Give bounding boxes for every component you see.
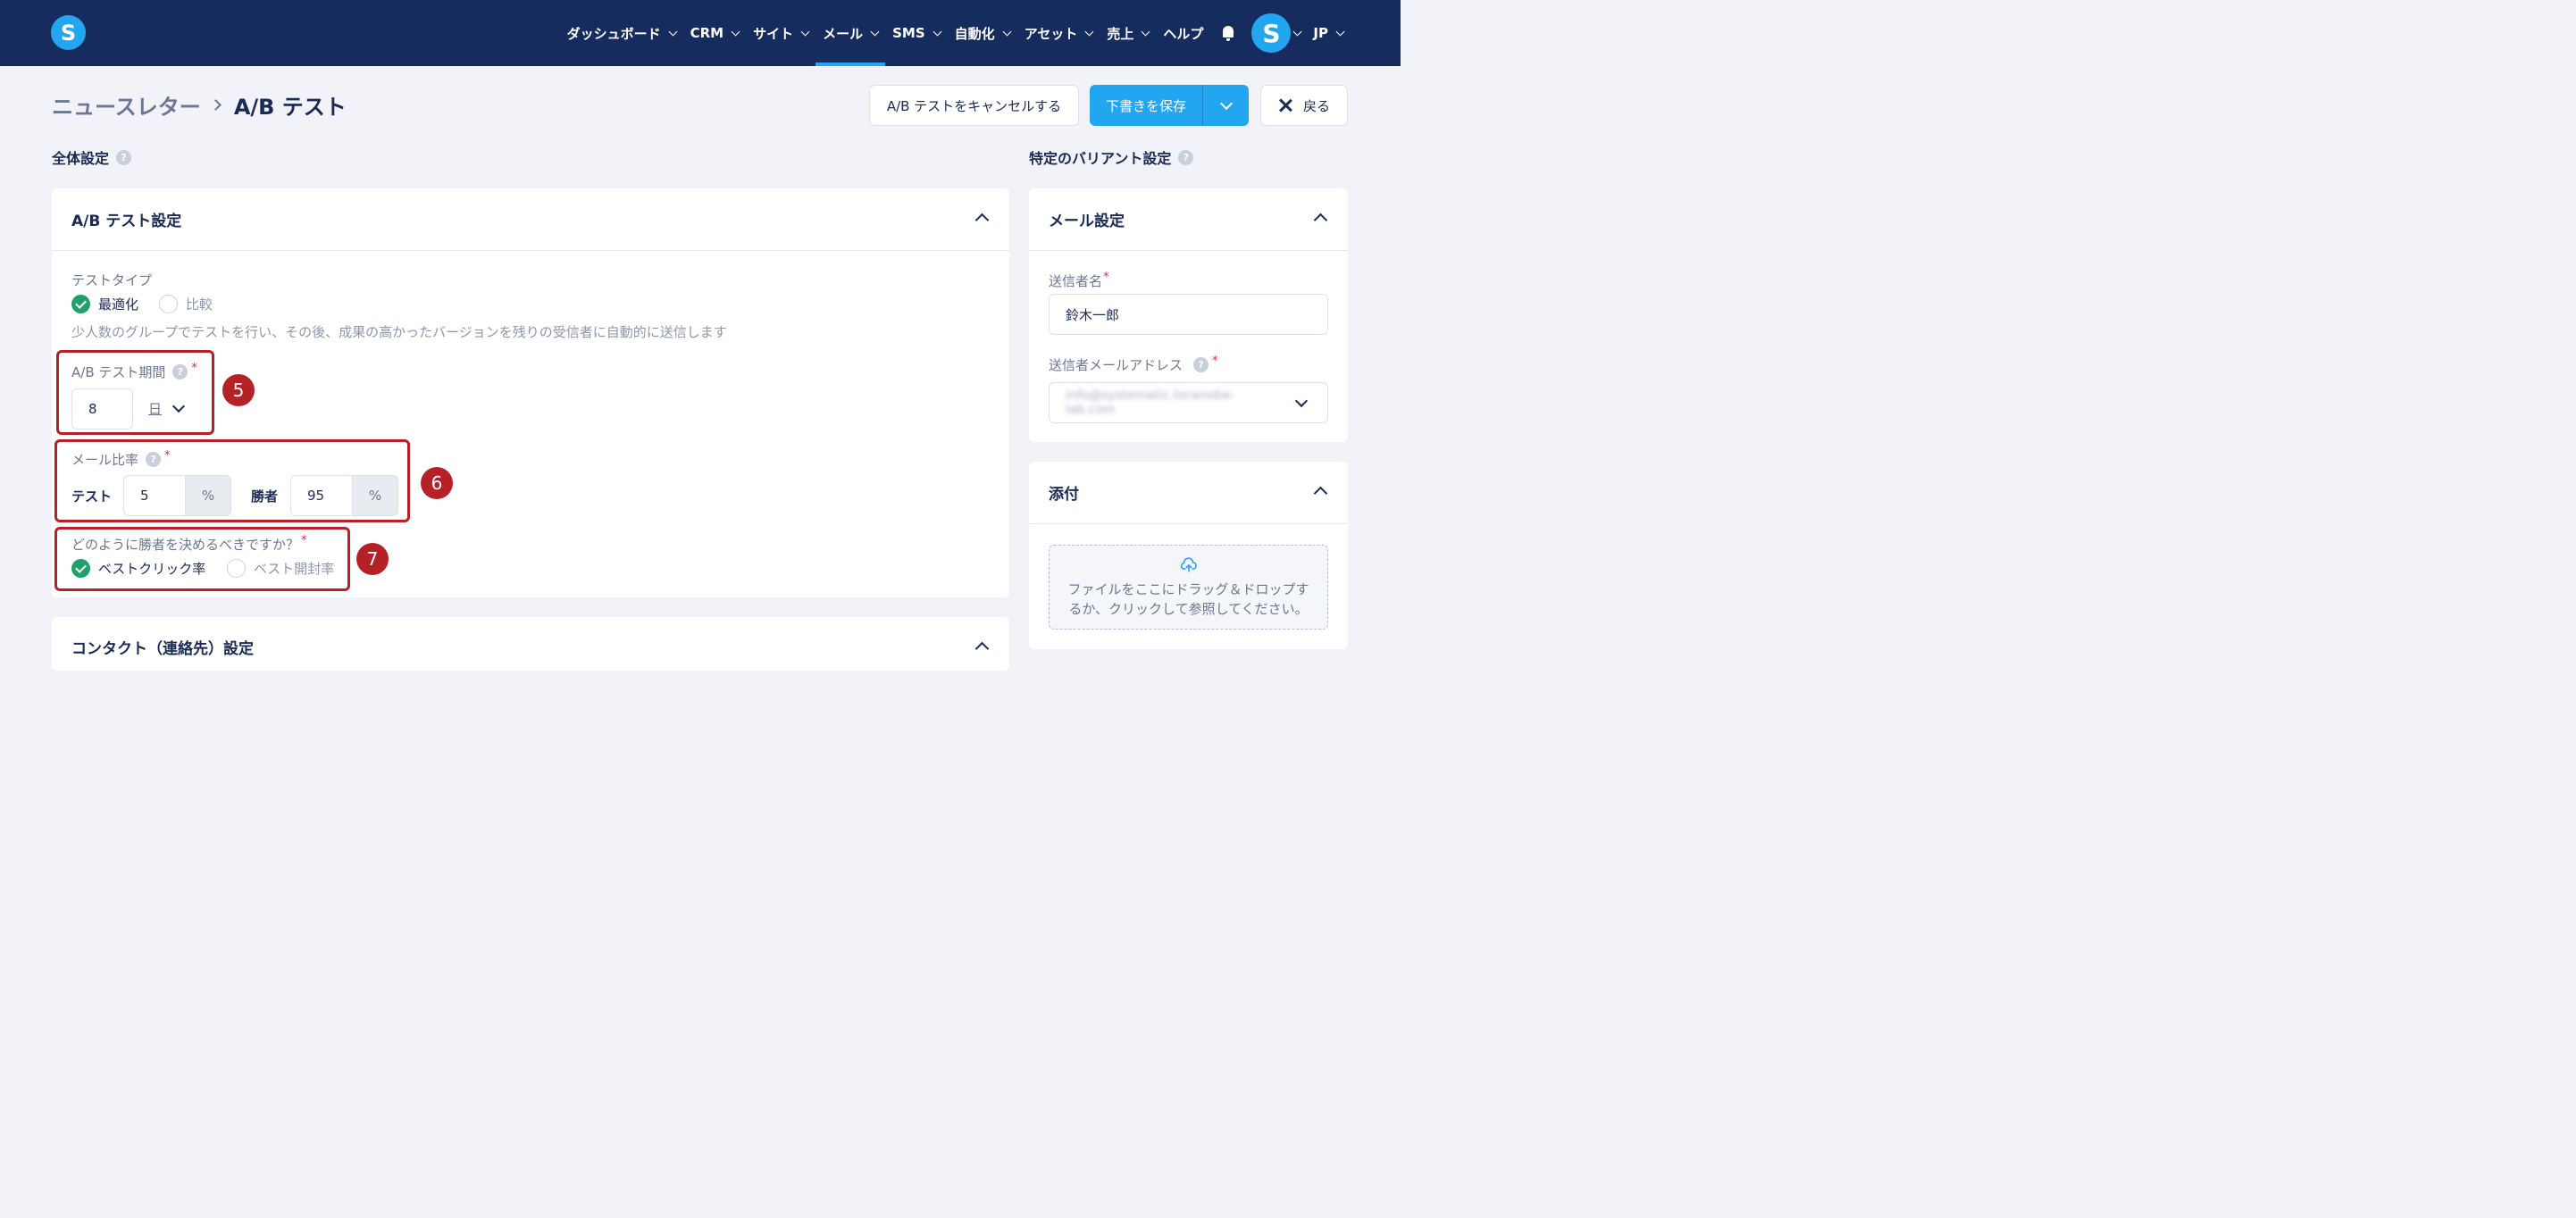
section-title-text: 特定のバリアント設定 [1029, 150, 1172, 167]
nav-label: サイト [753, 25, 794, 42]
help-icon[interactable]: ? [116, 149, 132, 165]
file-dropzone[interactable]: ファイルをここにドラッグ＆ドロップするか、クリックして参照してください。 [1049, 545, 1328, 630]
required-mark: * [1212, 355, 1218, 368]
chevron-down-icon [1084, 27, 1094, 36]
chevron-up-icon[interactable] [1313, 213, 1328, 228]
card-header[interactable]: 添付 [1029, 462, 1348, 524]
nav-crm[interactable]: CRM [683, 0, 747, 66]
label-text: 送信者メールアドレス [1049, 357, 1183, 373]
chevron-down-icon [668, 27, 678, 36]
nav-label: 自動化 [954, 25, 995, 42]
card-title: メール設定 [1049, 213, 1125, 230]
nav-label: アセット [1024, 25, 1078, 42]
annotation-badge-7: 7 [356, 543, 389, 575]
test-type-optimize-radio[interactable]: 最適化 [71, 295, 138, 313]
cancel-ab-test-button[interactable]: A/B テストをキャンセルする [869, 85, 1079, 126]
chevron-down-icon [1002, 27, 1012, 36]
chevron-down-icon [731, 27, 740, 36]
chevron-down-icon [1294, 394, 1309, 407]
annotation-badge-5: 5 [222, 374, 255, 406]
nav-email[interactable]: メール [815, 0, 886, 66]
required-mark: * [1103, 271, 1109, 284]
save-draft-button[interactable]: 下書きを保存 [1090, 96, 1202, 115]
nav-dashboard[interactable]: ダッシュボード [560, 0, 683, 66]
sender-name-input[interactable]: 鈴木一郎 [1049, 294, 1328, 335]
sender-email-select[interactable]: info@systematic.toranobe-lab.com [1049, 382, 1328, 423]
save-options-dropdown[interactable] [1203, 85, 1249, 126]
chevron-up-icon[interactable] [974, 641, 990, 656]
sender-email-label: 送信者メールアドレス ? * [1049, 355, 1218, 374]
chevron-right-icon [209, 99, 222, 111]
annotation-box-7 [54, 527, 350, 591]
help-icon[interactable]: ? [1178, 149, 1194, 165]
chevron-down-icon [1141, 27, 1150, 36]
nav-assets[interactable]: アセット [1017, 0, 1100, 66]
avatar[interactable]: S [1251, 13, 1292, 53]
nav-label: メール [823, 25, 864, 42]
cloud-upload-icon [1180, 556, 1197, 571]
radio-label: 比較 [186, 296, 213, 313]
annotation-badge-6: 6 [421, 467, 453, 499]
radio-label: 最適化 [98, 296, 139, 313]
breadcrumb-parent-link[interactable]: ニュースレター [52, 89, 201, 121]
section-title-text: 全体設定 [52, 150, 110, 167]
help-icon[interactable]: ? [1193, 357, 1209, 372]
sender-name-label: 送信者名 * [1049, 271, 1109, 290]
chevron-down-icon [800, 27, 810, 36]
nav-help[interactable]: ヘルプ [1156, 0, 1210, 66]
global-settings-title: 全体設定 ? [52, 146, 132, 168]
chevron-up-icon[interactable] [1313, 486, 1328, 501]
breadcrumb: ニュースレター A/B テスト [52, 89, 347, 121]
test-type-label: テストタイプ [71, 272, 153, 288]
save-draft-button-group: 下書きを保存 [1090, 85, 1249, 126]
chevron-down-icon [1292, 27, 1302, 36]
nav-site[interactable]: サイト [746, 0, 815, 66]
nav-sms[interactable]: SMS [885, 0, 948, 66]
card-header[interactable]: メール設定 [1029, 188, 1348, 251]
chevron-down-icon [870, 27, 880, 36]
unchecked-radio-icon [159, 295, 178, 313]
test-type-compare-radio[interactable]: 比較 [159, 295, 213, 313]
nav-automation[interactable]: 自動化 [948, 0, 1017, 66]
card-title: コンタクト（連絡先）設定 [71, 639, 254, 658]
main-nav: ダッシュボード CRM サイト メール SMS 自動化 アセット 売上 ヘルプ … [560, 0, 1351, 66]
dropzone-text: ファイルをここにドラッグ＆ドロップするか、クリックして参照してください。 [1067, 580, 1309, 617]
page-title: A/B テスト [233, 95, 347, 120]
bell-icon[interactable] [1221, 25, 1235, 41]
chevron-down-icon [1219, 96, 1233, 110]
nav-label: ヘルプ [1163, 25, 1204, 42]
variant-settings-title: 特定のバリアント設定 ? [1029, 146, 1194, 168]
nav-label: CRM [690, 25, 724, 41]
close-icon [1278, 98, 1292, 113]
nav-label: ダッシュボード [566, 25, 661, 42]
app-logo[interactable]: S [51, 15, 86, 50]
chevron-down-icon [1335, 27, 1345, 36]
card-header[interactable]: A/B テスト設定 [52, 188, 1009, 251]
nav-sales[interactable]: 売上 [1100, 0, 1156, 66]
avatar-menu-toggle[interactable] [1291, 0, 1306, 66]
sender-email-value: info@systematic.toranobe-lab.com [1066, 388, 1235, 417]
card-title: A/B テスト設定 [71, 213, 182, 230]
annotation-box-6 [54, 439, 410, 522]
label-text: 送信者名 [1049, 273, 1103, 289]
language-label: JP [1313, 25, 1328, 41]
card-title: 添付 [1049, 486, 1079, 504]
contact-settings-card: コンタクト（連絡先）設定 [52, 617, 1009, 671]
test-type-description: 少人数のグループでテストを行い、その後、成果の高かったバージョンを残りの受信者に… [71, 324, 727, 340]
checked-radio-icon [71, 295, 90, 313]
back-label: 戻る [1302, 97, 1330, 114]
chevron-up-icon[interactable] [974, 213, 990, 228]
back-button[interactable]: 戻る [1260, 85, 1348, 126]
top-navigation-bar: S ダッシュボード CRM サイト メール SMS 自動化 アセット 売上 ヘル… [0, 0, 1401, 66]
language-selector[interactable]: JP [1306, 0, 1351, 66]
chevron-down-icon [933, 27, 942, 36]
nav-label: SMS [892, 25, 925, 41]
card-header[interactable]: コンタクト（連絡先）設定 [52, 617, 1009, 676]
annotation-box-5 [56, 350, 214, 435]
nav-label: 売上 [1107, 25, 1134, 42]
